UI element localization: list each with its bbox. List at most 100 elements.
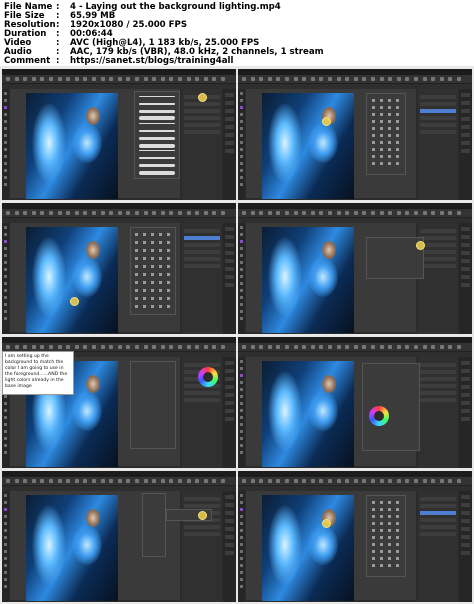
- layer-row[interactable]: [420, 229, 456, 233]
- toolbar-icon[interactable]: [276, 211, 281, 215]
- toolbar-icon[interactable]: [135, 211, 139, 215]
- studio-tab[interactable]: [461, 385, 470, 389]
- toolbar-icon[interactable]: [336, 211, 341, 215]
- toolbar-icon[interactable]: [221, 77, 225, 81]
- preset-swatch[interactable]: [396, 120, 399, 123]
- toolbar-icon[interactable]: [302, 211, 307, 215]
- tool-icon[interactable]: [4, 282, 7, 285]
- layer-row[interactable]: [184, 243, 220, 247]
- toolbar-icon[interactable]: [319, 345, 324, 349]
- toolbar-icon[interactable]: [388, 345, 393, 349]
- tool-icon[interactable]: [4, 557, 7, 560]
- tool-icon[interactable]: [240, 134, 243, 137]
- toolbar-icon[interactable]: [439, 479, 444, 483]
- layer-row[interactable]: [184, 497, 220, 501]
- toolbar-icon[interactable]: [379, 345, 384, 349]
- studio-tab[interactable]: [461, 393, 470, 397]
- toolbar-icon[interactable]: [328, 211, 332, 215]
- brush-tile[interactable]: [159, 281, 162, 284]
- preset-swatch[interactable]: [388, 141, 391, 144]
- studio-tab[interactable]: [461, 503, 470, 507]
- tool-icon[interactable]: [240, 416, 243, 419]
- preset-swatch[interactable]: [388, 550, 391, 553]
- toolbar-icon[interactable]: [31, 479, 36, 483]
- brush-preset[interactable]: [139, 150, 175, 152]
- studio-tab[interactable]: [225, 543, 234, 547]
- toolbar-icon[interactable]: [250, 77, 255, 81]
- tool-icon[interactable]: [4, 99, 7, 102]
- tool-icon[interactable]: [240, 113, 243, 116]
- toolbar-icon[interactable]: [14, 211, 19, 215]
- studio-tab[interactable]: [461, 235, 470, 239]
- toolbar-icon[interactable]: [126, 479, 131, 483]
- studio-tab[interactable]: [461, 275, 470, 279]
- toolbar-icon[interactable]: [109, 77, 114, 81]
- brush-preset[interactable]: [139, 170, 175, 175]
- preset-swatch[interactable]: [388, 536, 391, 539]
- studio-tab[interactable]: [225, 267, 234, 271]
- studio-tab[interactable]: [225, 503, 234, 507]
- toolbar-icon[interactable]: [396, 211, 401, 215]
- brush-tile[interactable]: [135, 273, 138, 276]
- brush-tile[interactable]: [159, 257, 162, 260]
- preset-swatch[interactable]: [388, 155, 391, 158]
- toolbar-icon[interactable]: [448, 77, 453, 81]
- preset-swatch[interactable]: [372, 162, 375, 165]
- tool-icon[interactable]: [240, 233, 243, 236]
- studio-tab[interactable]: [225, 149, 234, 153]
- tool-icon[interactable]: [240, 388, 243, 391]
- studio-tab[interactable]: [225, 117, 234, 121]
- toolbar-icon[interactable]: [221, 479, 225, 483]
- toolbar-icon[interactable]: [285, 345, 289, 349]
- preset-swatch[interactable]: [380, 508, 383, 511]
- preset-swatch[interactable]: [372, 529, 375, 532]
- toolbar-icon[interactable]: [371, 345, 375, 349]
- tool-icon[interactable]: [4, 564, 7, 567]
- toolbar-icon[interactable]: [336, 345, 341, 349]
- tool-icon[interactable]: [4, 183, 7, 186]
- toolbar-icon[interactable]: [74, 77, 79, 81]
- tool-icon[interactable]: [4, 169, 7, 172]
- studio-tab[interactable]: [461, 417, 470, 421]
- brush-preset[interactable]: [139, 116, 175, 121]
- toolbar-icon[interactable]: [319, 479, 324, 483]
- tool-icon[interactable]: [4, 585, 7, 588]
- tool-icon[interactable]: [240, 268, 243, 271]
- toolbar-icon[interactable]: [100, 345, 105, 349]
- toolbar-icon[interactable]: [203, 345, 208, 349]
- studio-tab[interactable]: [225, 109, 234, 113]
- toolbar-icon[interactable]: [66, 479, 71, 483]
- layer-row[interactable]: [420, 257, 456, 261]
- studio-tab[interactable]: [461, 551, 470, 555]
- toolbar-icon[interactable]: [250, 345, 255, 349]
- toolbar-icon[interactable]: [74, 211, 79, 215]
- layer-row[interactable]: [184, 229, 220, 233]
- layer-row[interactable]: [420, 264, 456, 268]
- toolbar-icon[interactable]: [23, 345, 28, 349]
- tool-icon[interactable]: [240, 409, 243, 412]
- preset-swatch[interactable]: [388, 557, 391, 560]
- brush-preset[interactable]: [139, 143, 175, 148]
- brush-tile[interactable]: [159, 297, 162, 300]
- toolbar-icon[interactable]: [100, 479, 105, 483]
- color-wheel[interactable]: [198, 367, 218, 387]
- toolbar-icon[interactable]: [388, 211, 393, 215]
- preset-swatch[interactable]: [372, 113, 375, 116]
- tool-icon[interactable]: [4, 543, 7, 546]
- toolbar-icon[interactable]: [169, 345, 174, 349]
- studio-tab[interactable]: [225, 125, 234, 129]
- studio-tab[interactable]: [225, 385, 234, 389]
- studio-tab[interactable]: [461, 511, 470, 515]
- toolbar-icon[interactable]: [457, 479, 461, 483]
- preset-swatch[interactable]: [380, 120, 383, 123]
- studio-tab[interactable]: [225, 535, 234, 539]
- preset-swatch[interactable]: [388, 99, 391, 102]
- toolbar-icon[interactable]: [221, 345, 225, 349]
- preset-swatch[interactable]: [372, 515, 375, 518]
- tool-icon[interactable]: [4, 155, 7, 158]
- tool-icon[interactable]: [4, 127, 7, 130]
- toolbar-icon[interactable]: [92, 479, 96, 483]
- tool-icon[interactable]: [4, 529, 7, 532]
- toolbar-icon[interactable]: [126, 211, 131, 215]
- toolbar-icon[interactable]: [6, 77, 10, 81]
